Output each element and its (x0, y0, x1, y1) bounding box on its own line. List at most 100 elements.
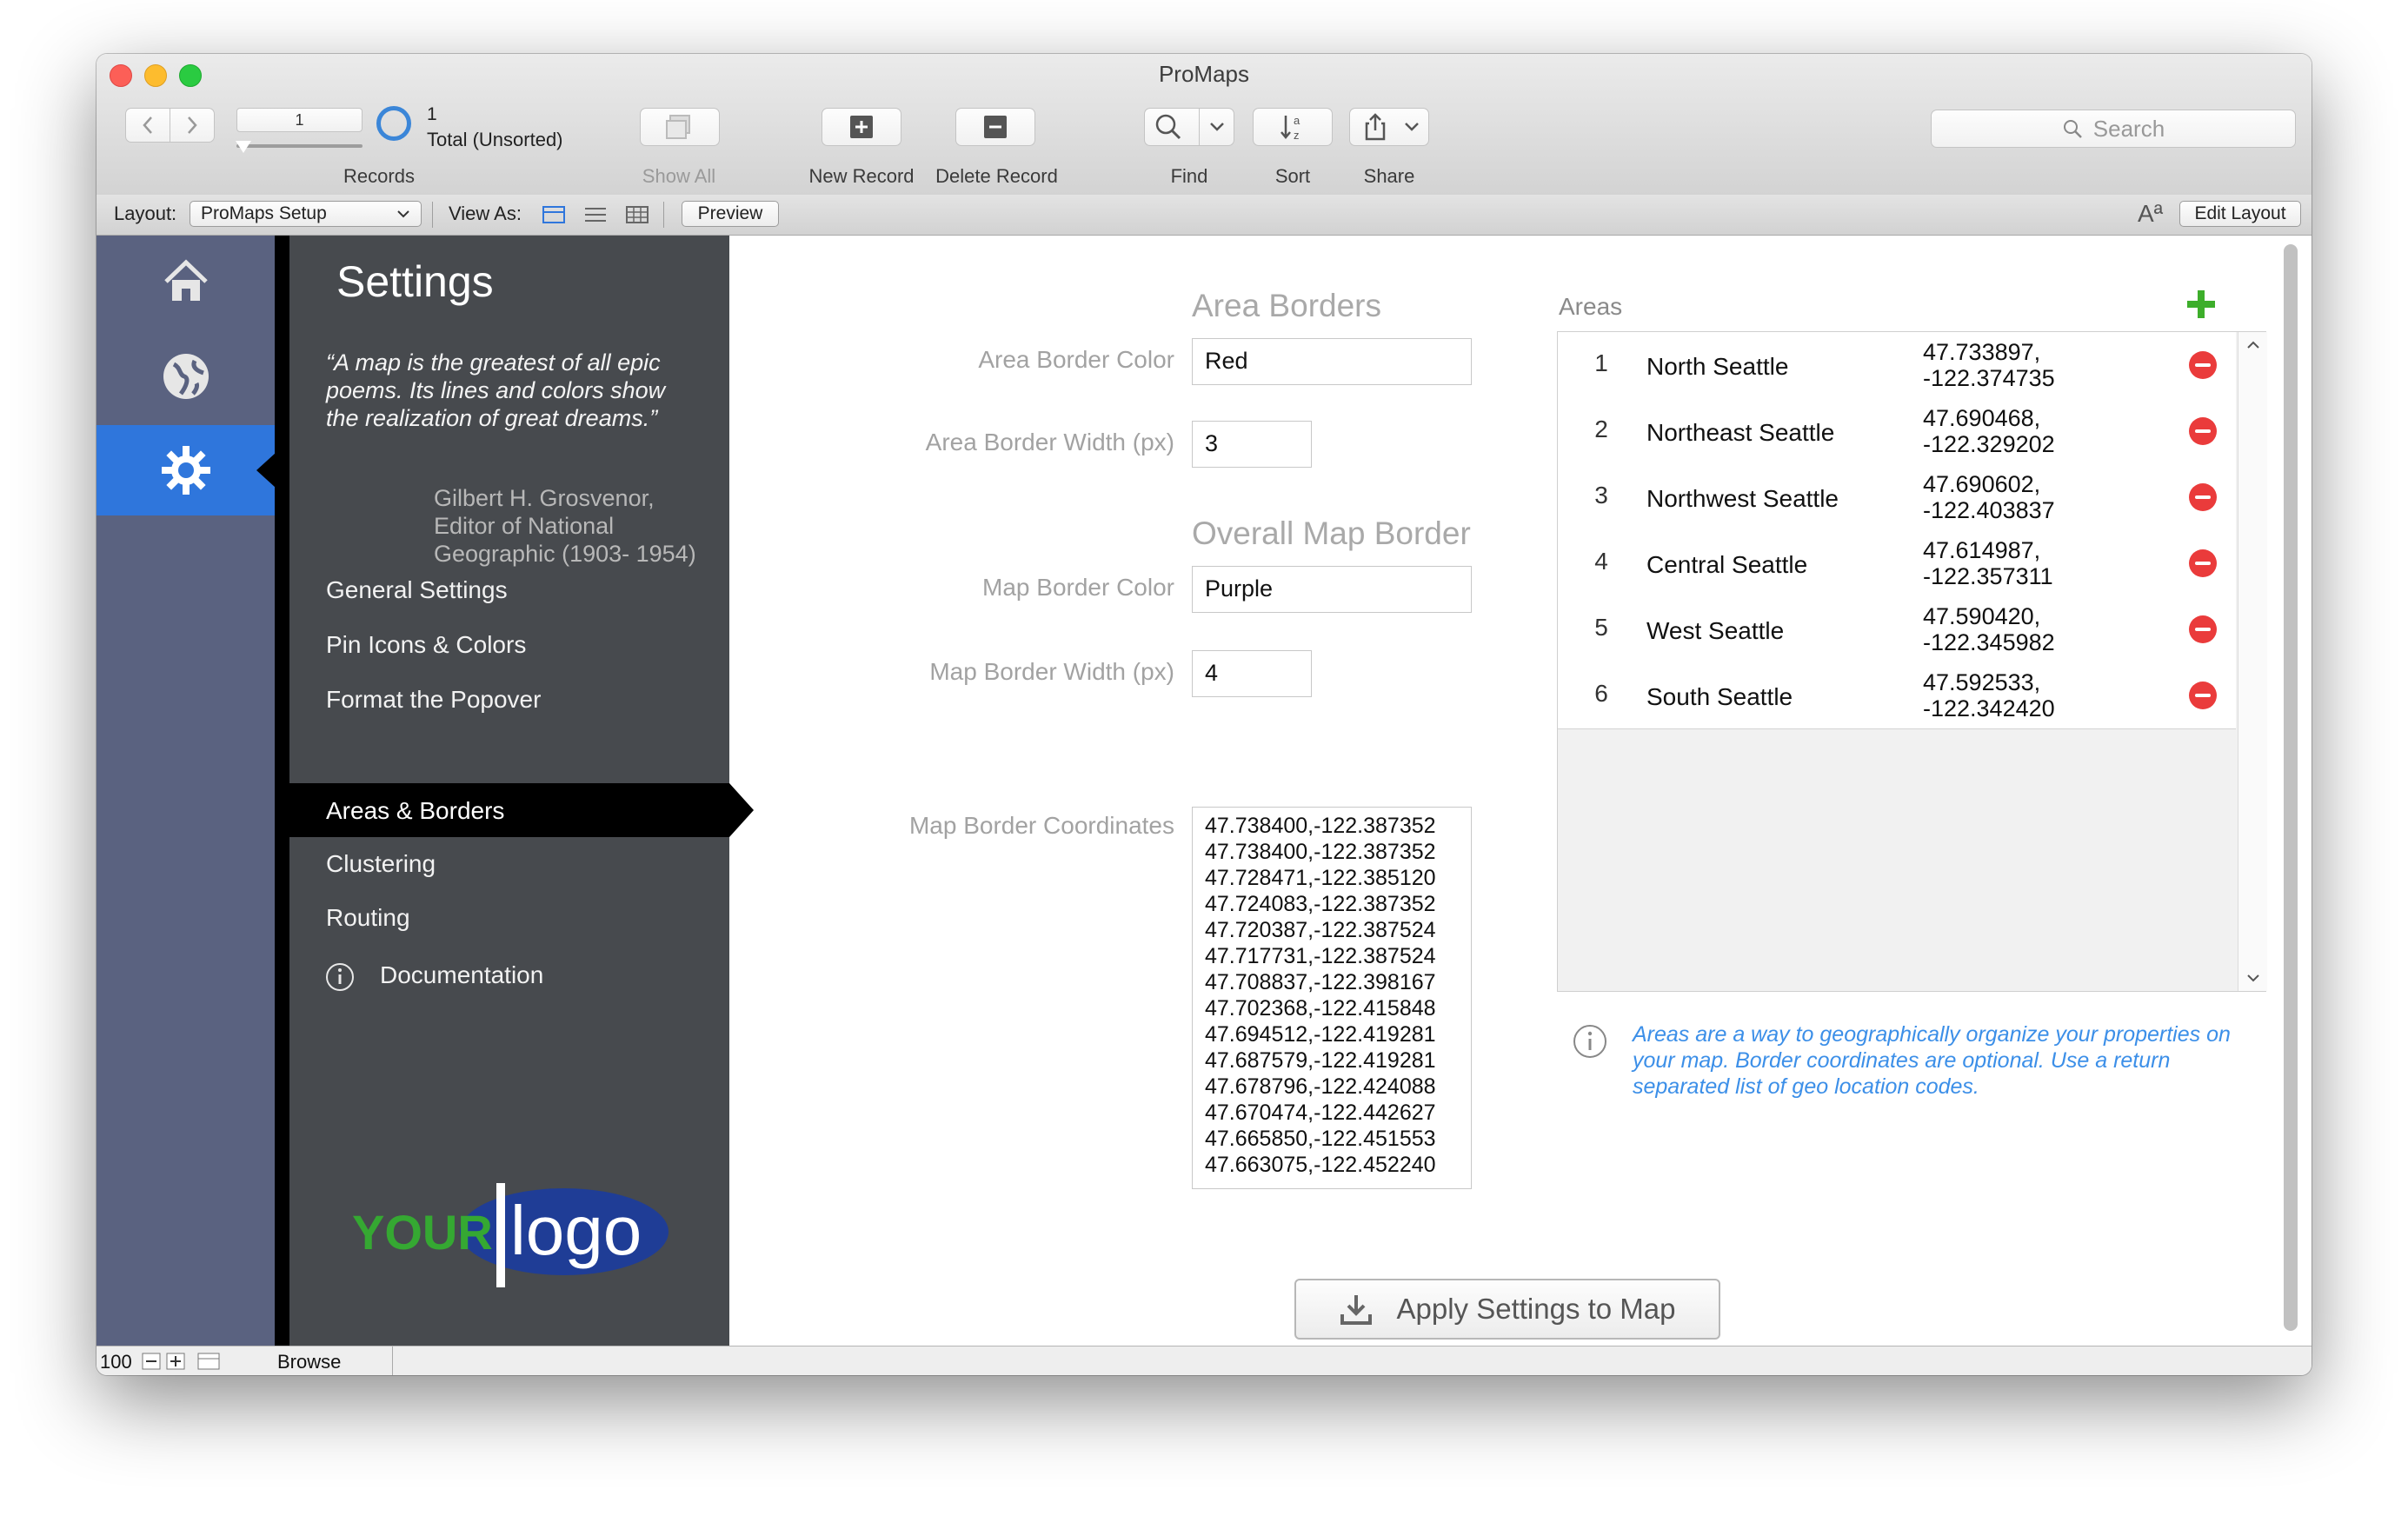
area-row[interactable]: 3 Northwest Seattle 47.690602, -122.4038… (1558, 464, 2236, 531)
map-border-color-field[interactable]: Purple (1192, 566, 1472, 613)
new-record-label: New Record (808, 165, 915, 187)
area-latitude: 47.590420, (1923, 603, 2041, 629)
table-view-icon[interactable] (626, 206, 649, 223)
toggle-toolbar-icon[interactable] (197, 1353, 220, 1370)
area-latitude: 47.690468, (1923, 405, 2041, 431)
logo-your-text: YOUR (352, 1205, 493, 1260)
new-record-button[interactable] (822, 108, 901, 146)
chevron-down-icon (1405, 123, 1419, 131)
area-latitude: 47.733897, (1923, 339, 2041, 365)
text-format-icon[interactable]: Aª (2138, 200, 2163, 228)
map-nav-button[interactable] (96, 331, 275, 422)
area-longitude: -122.374735 (1923, 365, 2055, 391)
list-view-icon[interactable] (584, 206, 607, 223)
layout-select[interactable]: ProMaps Setup (190, 201, 422, 227)
delete-record-label: Delete Record (935, 165, 1058, 187)
download-icon (1340, 1295, 1373, 1325)
area-number: 3 (1594, 482, 1608, 509)
zoom-level[interactable]: 100 (100, 1351, 132, 1373)
share-label: Share (1363, 165, 1415, 187)
sort-icon: az (1280, 114, 1300, 142)
area-row[interactable]: 2 Northeast Seattle 47.690468, -122.3292… (1558, 398, 2236, 465)
nav-documentation[interactable]: Documentation (380, 961, 543, 989)
area-border-color-field[interactable]: Red (1192, 338, 1472, 385)
record-slider[interactable] (236, 144, 363, 148)
area-border-width-field[interactable]: 3 (1192, 421, 1312, 468)
zoom-out-icon[interactable] (142, 1353, 161, 1370)
search-icon (2063, 120, 2082, 138)
nav-format-popover[interactable]: Format the Popover (326, 686, 541, 714)
nav-clustering[interactable]: Clustering (326, 850, 436, 878)
areas-title: Areas (1559, 293, 1623, 320)
toolbar: ProMaps 1 Records 1 Total (Unsorted) Sho… (96, 54, 2312, 196)
area-longitude: -122.403837 (1923, 497, 2055, 523)
total-count: 1 (427, 104, 437, 124)
slider-thumb[interactable] (236, 141, 251, 153)
area-number: 4 (1594, 548, 1608, 575)
delete-record-button[interactable] (955, 108, 1035, 146)
coordinate-line: 47.663075,-122.452240 (1205, 1153, 1436, 1177)
add-area-icon[interactable] (2185, 288, 2218, 321)
previous-record-button[interactable] (125, 108, 170, 143)
zoom-in-icon[interactable] (166, 1353, 185, 1370)
map-border-width-field[interactable]: 4 (1192, 650, 1312, 697)
area-number: 1 (1594, 349, 1608, 376)
sort-button[interactable]: az (1253, 108, 1333, 146)
area-number: 6 (1594, 680, 1608, 707)
nav-general-settings[interactable]: General Settings (326, 576, 508, 604)
portal-scrollbar[interactable] (2238, 332, 2267, 991)
next-record-button[interactable] (170, 108, 215, 143)
chevron-up-icon[interactable] (2245, 339, 2261, 351)
coordinate-line: 47.738400,-122.387352 (1205, 814, 1436, 838)
show-all-button[interactable] (640, 108, 720, 146)
record-number-field[interactable]: 1 (236, 108, 363, 132)
delete-area-icon[interactable] (2189, 682, 2217, 709)
records-pie-icon (376, 106, 411, 141)
area-row[interactable]: 6 South Seattle 47.592533, -122.342420 (1558, 662, 2236, 729)
find-button[interactable] (1144, 108, 1234, 146)
nav-areas-borders[interactable]: Areas & Borders (326, 797, 504, 825)
area-row[interactable]: 1 North Seattle 47.733897, -122.374735 (1558, 332, 2236, 399)
window-scrollbar[interactable] (2284, 244, 2298, 1331)
chevron-down-icon (397, 210, 409, 218)
settings-nav-button[interactable] (96, 425, 276, 515)
chevron-down-icon[interactable] (2245, 972, 2261, 984)
delete-area-icon[interactable] (2189, 549, 2217, 577)
preview-button[interactable]: Preview (682, 201, 779, 227)
coordinate-line: 47.720387,-122.387524 (1205, 918, 1436, 942)
view-as-label: View As: (449, 203, 522, 224)
area-longitude: -122.345982 (1923, 629, 2055, 655)
layout-bar: Layout: ProMaps Setup View As: Preview A… (96, 195, 2312, 236)
delete-area-icon[interactable] (2189, 351, 2217, 379)
minus-box-icon (984, 116, 1007, 138)
show-all-icon (666, 115, 690, 139)
search-field[interactable]: Search (1931, 110, 2296, 148)
delete-area-icon[interactable] (2189, 615, 2217, 643)
logo-logo-text: logo (510, 1192, 642, 1269)
area-row[interactable]: 4 Central Seattle 47.614987, -122.357311 (1558, 530, 2236, 597)
share-icon (1365, 113, 1386, 141)
apply-settings-button[interactable]: Apply Settings to Map (1294, 1279, 1720, 1340)
area-name: Central Seattle (1646, 551, 1808, 578)
home-icon (163, 259, 208, 301)
area-latitude: 47.690602, (1923, 471, 2041, 497)
coordinate-line: 47.665850,-122.451553 (1205, 1127, 1436, 1151)
edit-layout-button[interactable]: Edit Layout (2179, 201, 2301, 227)
coordinate-line: 47.678796,-122.424088 (1205, 1074, 1436, 1099)
area-row[interactable]: 5 West Seattle 47.590420, -122.345982 (1558, 596, 2236, 663)
form-view-icon[interactable] (542, 206, 565, 223)
mode-indicator[interactable]: Browse (277, 1351, 341, 1373)
delete-area-icon[interactable] (2189, 483, 2217, 511)
area-latitude: 47.614987, (1923, 537, 2041, 563)
home-nav-button[interactable] (96, 236, 275, 326)
nav-routing[interactable]: Routing (326, 904, 410, 932)
delete-area-icon[interactable] (2189, 417, 2217, 445)
gear-icon (161, 446, 210, 495)
coordinate-line: 47.687579,-122.419281 (1205, 1048, 1436, 1073)
nav-pin-icons-colors[interactable]: Pin Icons & Colors (326, 631, 526, 659)
map-border-coordinates-field[interactable]: 47.738400,-122.387352 47.738400,-122.387… (1192, 807, 1472, 1189)
info-icon (326, 963, 354, 991)
share-button[interactable] (1349, 108, 1429, 146)
area-name: Northwest Seattle (1646, 485, 1839, 512)
layout-label: Layout: (114, 203, 177, 224)
